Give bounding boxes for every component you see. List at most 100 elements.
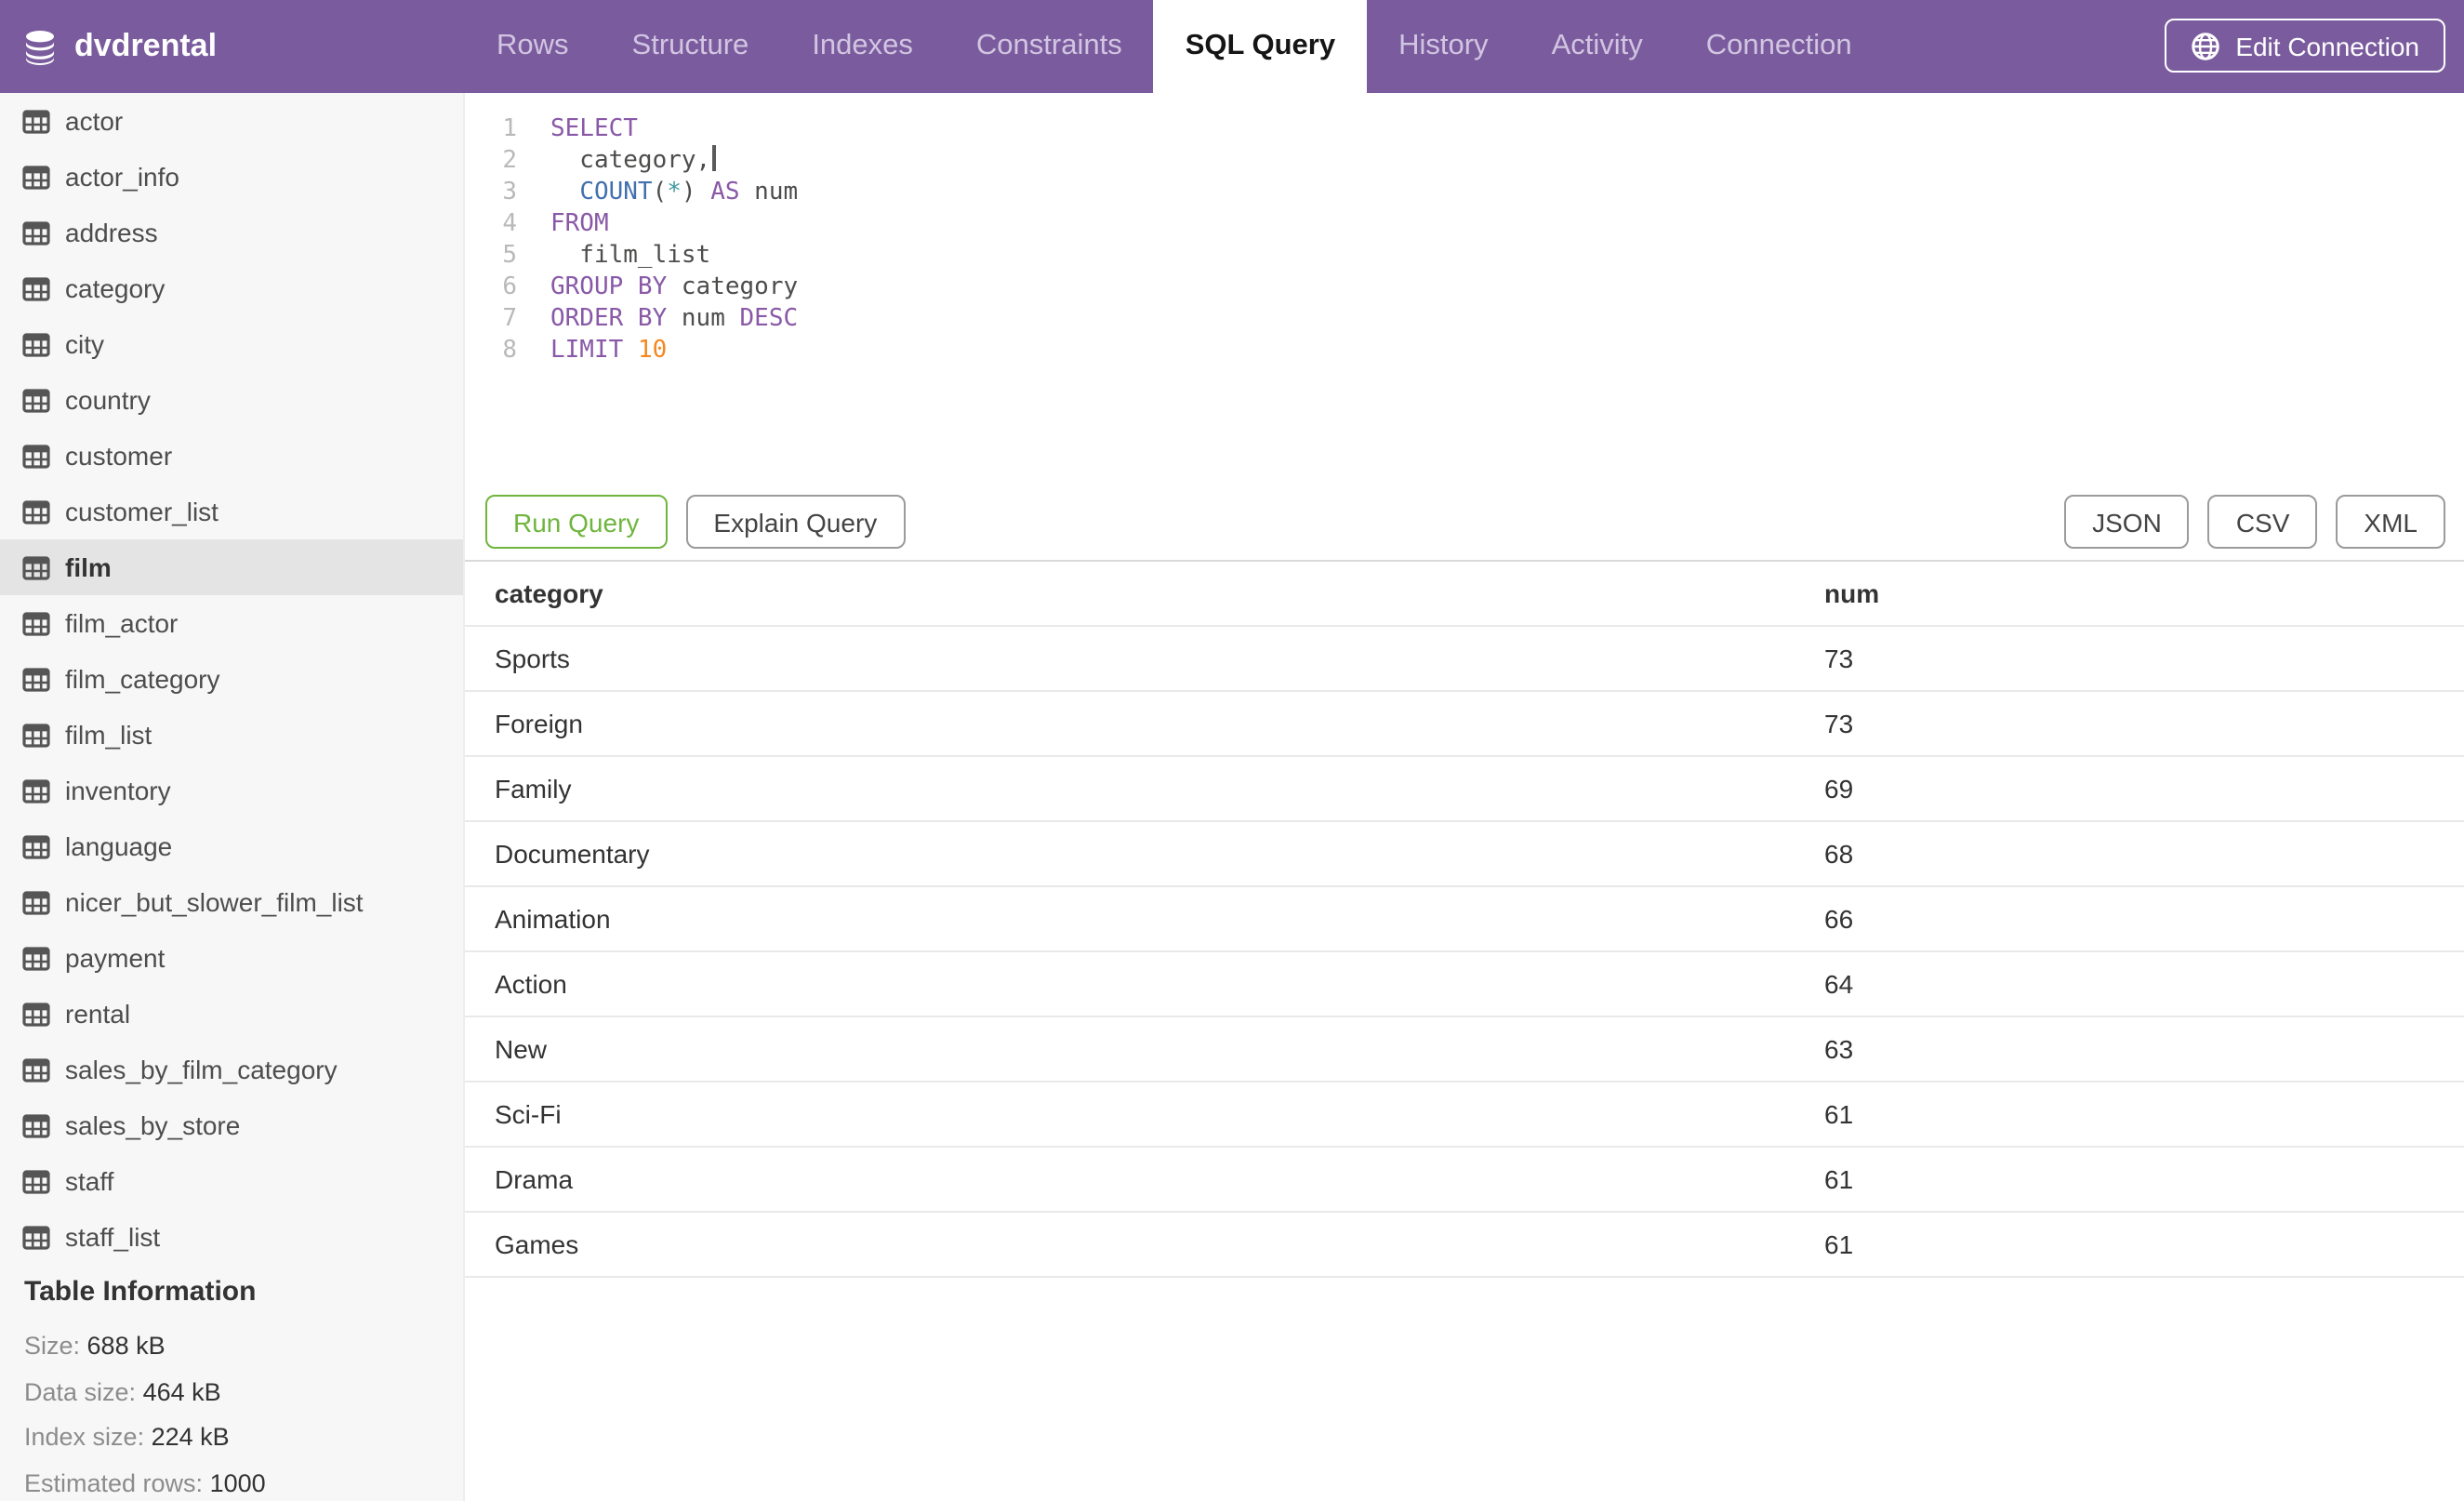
sidebar-item-address[interactable]: address — [0, 205, 463, 260]
globe-icon — [2192, 32, 2220, 60]
sidebar-item-category[interactable]: category — [0, 260, 463, 316]
code-content: ORDER BY num DESC — [550, 303, 798, 335]
database-brand: dvdrental — [22, 0, 217, 93]
sidebar-item-sales-by-film-category[interactable]: sales_by_film_category — [0, 1042, 463, 1097]
cell-num: 61 — [1824, 1212, 2464, 1278]
sql-token: SELECT — [550, 115, 638, 143]
sql-editor[interactable]: 1 SELECT 2 category, 3 COUNT(*) AS num 4 FROM… — [465, 113, 2464, 366]
sql-token: FROM — [550, 210, 609, 238]
tab-structure[interactable]: Structure — [601, 0, 781, 93]
code-content: COUNT(*) AS num — [550, 177, 798, 208]
table-name-label: film_actor — [65, 608, 179, 638]
sql-token: COUNT — [579, 179, 653, 206]
table-name-label: country — [65, 385, 151, 415]
cell-category: Drama — [465, 1147, 1824, 1213]
tab-history[interactable]: History — [1367, 0, 1519, 93]
table-icon — [22, 611, 50, 635]
sql-token: AS — [710, 179, 740, 206]
sidebar-item-customer-list[interactable]: customer_list — [0, 484, 463, 539]
explain-query-button[interactable]: Explain Query — [685, 495, 906, 549]
export-json-button[interactable]: JSON — [2064, 495, 2190, 549]
app-window: dvdrental Rows Structure Indexes Constraint… — [0, 0, 2464, 1501]
table-row: New 63 — [465, 1016, 2464, 1083]
tab-sql-query[interactable]: SQL Query — [1153, 0, 1368, 93]
info-value: 224 kB — [151, 1423, 230, 1451]
table-row: Foreign 73 — [465, 691, 2464, 757]
cell-num: 61 — [1824, 1082, 2464, 1148]
tab-constraints[interactable]: Constraints — [945, 0, 1154, 93]
cell-category: Animation — [465, 886, 1824, 952]
table-row: Games 61 — [465, 1212, 2464, 1278]
sidebar-item-film-list[interactable]: film_list — [0, 707, 463, 763]
tab-indexes[interactable]: Indexes — [780, 0, 945, 93]
tab-rows[interactable]: Rows — [465, 0, 601, 93]
sql-token: film_list — [550, 242, 711, 270]
export-csv-button[interactable]: CSV — [2207, 495, 2318, 549]
tab-bar: Rows Structure Indexes Constraints SQL Query… — [465, 0, 1884, 93]
info-value: 1000 — [209, 1468, 266, 1496]
column-header-category: category — [465, 562, 1824, 627]
tab-connection[interactable]: Connection — [1675, 0, 1884, 93]
cell-category: Documentary — [465, 821, 1824, 887]
edit-connection-label: Edit Connection — [2235, 31, 2419, 60]
sidebar-item-city[interactable]: city — [0, 316, 463, 372]
table-name-label: category — [65, 273, 166, 303]
sql-token: DESC — [739, 305, 799, 333]
tab-activity[interactable]: Activity — [1520, 0, 1675, 93]
sidebar-item-film-actor[interactable]: film_actor — [0, 595, 463, 651]
sidebar-item-film-category[interactable]: film_category — [0, 651, 463, 707]
table-icon — [22, 1002, 50, 1026]
export-xml-button[interactable]: XML — [2336, 495, 2445, 549]
info-row-size-: Size: 688 kB — [24, 1332, 166, 1360]
code-line-1: 1 SELECT — [465, 113, 2464, 145]
info-row-index-size-: Index size: 224 kB — [24, 1423, 230, 1451]
sql-token: 10 — [637, 337, 668, 365]
line-number: 7 — [502, 305, 517, 333]
sql-token: * — [667, 179, 682, 206]
sidebar-item-nicer-but-slower-film-list[interactable]: nicer_but_slower_film_list — [0, 874, 463, 930]
table-icon — [22, 555, 50, 579]
sidebar-item-rental[interactable]: rental — [0, 986, 463, 1042]
table-name-label: customer_list — [65, 497, 219, 526]
table-icon — [22, 109, 50, 133]
sidebar-item-inventory[interactable]: inventory — [0, 763, 463, 818]
table-name-label: sales_by_store — [65, 1110, 241, 1140]
table-icon — [22, 667, 50, 691]
sql-token: category, — [550, 147, 711, 175]
cell-category: Games — [465, 1212, 1824, 1278]
code-line-8: 8 LIMIT 10 — [465, 335, 2464, 366]
text-cursor — [712, 145, 716, 171]
table-icon — [22, 1169, 50, 1193]
table-row: Sci-Fi 61 — [465, 1082, 2464, 1148]
code-line-4: 4 FROM — [465, 208, 2464, 240]
code-content: film_list — [550, 240, 710, 272]
info-row-data-size-: Data size: 464 kB — [24, 1377, 221, 1405]
sidebar-item-country[interactable]: country — [0, 372, 463, 428]
cell-category: New — [465, 1016, 1824, 1083]
sidebar-item-sales-by-store[interactable]: sales_by_store — [0, 1097, 463, 1153]
table-row: Family 69 — [465, 756, 2464, 822]
code-content: GROUP BY category — [550, 272, 798, 303]
sidebar-item-payment[interactable]: payment — [0, 930, 463, 986]
cell-num: 68 — [1824, 821, 2464, 887]
sidebar-item-film[interactable]: film — [0, 539, 463, 595]
sidebar-item-language[interactable]: language — [0, 818, 463, 874]
table-information-rows: Size: 688 kB Data size: 464 kB Index size:… — [24, 1324, 463, 1501]
table-icon — [22, 444, 50, 468]
table-name-label: film_list — [65, 720, 152, 750]
sidebar-item-actor[interactable]: actor — [0, 93, 463, 149]
table-name-label: film — [65, 552, 112, 582]
run-query-button[interactable]: Run Query — [485, 495, 668, 549]
sidebar-item-actor-info[interactable]: actor_info — [0, 149, 463, 205]
sidebar-item-customer[interactable]: customer — [0, 428, 463, 484]
sidebar-item-staff[interactable]: staff — [0, 1153, 463, 1209]
edit-connection-button[interactable]: Edit Connection — [2165, 19, 2445, 73]
database-icon — [26, 30, 54, 64]
sql-token: ) — [681, 179, 696, 206]
table-name-label: city — [65, 329, 104, 359]
main-panel: 1 SELECT 2 category, 3 COUNT(*) AS num 4 FROM… — [465, 93, 2464, 1501]
table-row: Documentary 68 — [465, 821, 2464, 887]
sidebar-item-staff-list[interactable]: staff_list — [0, 1209, 463, 1265]
cell-num: 64 — [1824, 951, 2464, 1017]
